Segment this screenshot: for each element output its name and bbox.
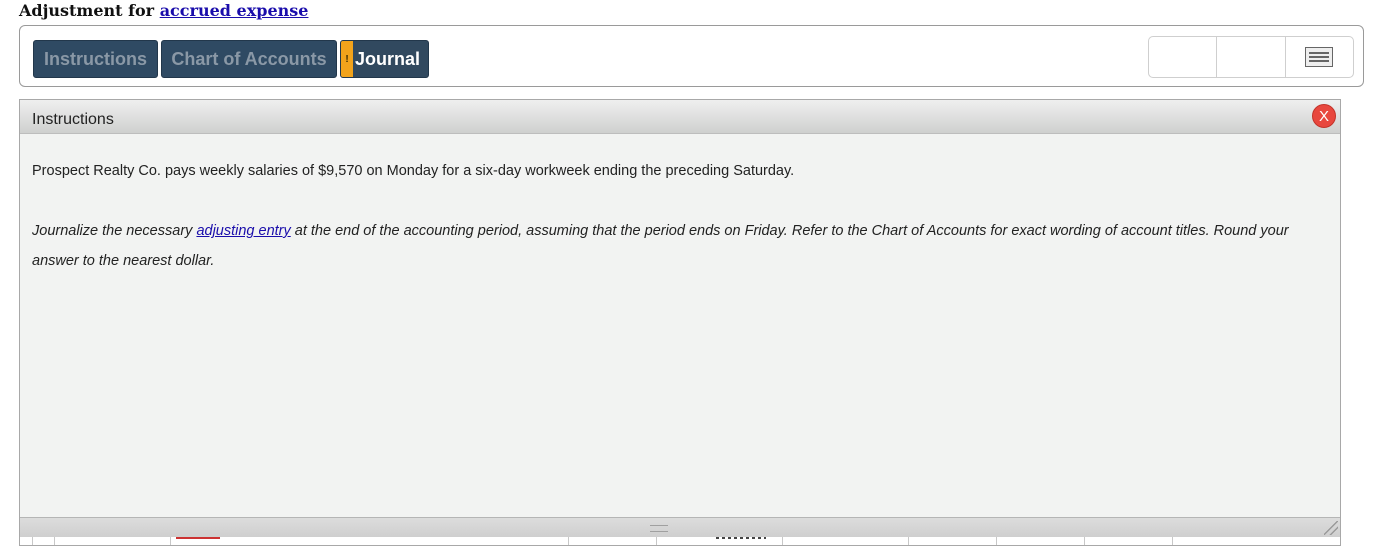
close-button[interactable]: X (1312, 104, 1336, 128)
tab-chart-of-accounts[interactable]: Chart of Accounts (161, 40, 337, 78)
accrued-expense-link[interactable]: accrued expense (160, 1, 309, 20)
alert-flag-icon: ! (341, 41, 353, 77)
panel-resize-bar[interactable] (20, 517, 1340, 537)
resize-corner-icon[interactable] (1324, 521, 1338, 535)
instruction-paragraph-1: Prospect Realty Co. pays weekly salaries… (32, 163, 795, 179)
instruction-paragraph-2: Journalize the necessary adjusting entry… (32, 216, 1328, 276)
tool-button-2[interactable] (1217, 37, 1286, 77)
menu-icon (1305, 47, 1334, 67)
tab-instructions[interactable]: Instructions (33, 40, 158, 78)
tool-button-1[interactable] (1149, 37, 1218, 77)
tab-journal[interactable]: ! Journal (340, 40, 429, 78)
page-title: Adjustment for accrued expense (19, 1, 308, 20)
page-title-prefix: Adjustment for (19, 1, 155, 20)
tab-instructions-label: Instructions (43, 48, 147, 69)
instructions-panel: Instructions X Prospect Realty Co. pays … (19, 99, 1341, 546)
drag-handle-icon (650, 525, 668, 532)
panel-header: Instructions X (20, 100, 1340, 134)
panel-title: Instructions (32, 111, 114, 128)
toolbar: Instructions Chart of Accounts ! Journal (19, 25, 1364, 87)
underlying-dark-text (716, 537, 766, 539)
tab-chart-of-accounts-label: Chart of Accounts (171, 48, 327, 69)
panel-body: Prospect Realty Co. pays weekly salaries… (20, 156, 1340, 276)
paragraph-2-before: Journalize the necessary (32, 223, 193, 239)
underlying-journal-table (20, 537, 1340, 545)
tab-journal-label: Journal (355, 48, 421, 69)
tool-button-group (1148, 36, 1354, 78)
underlying-red-text (176, 537, 220, 539)
menu-button[interactable] (1286, 37, 1353, 77)
close-icon: X (1318, 107, 1329, 125)
adjusting-entry-link[interactable]: adjusting entry (196, 223, 290, 239)
